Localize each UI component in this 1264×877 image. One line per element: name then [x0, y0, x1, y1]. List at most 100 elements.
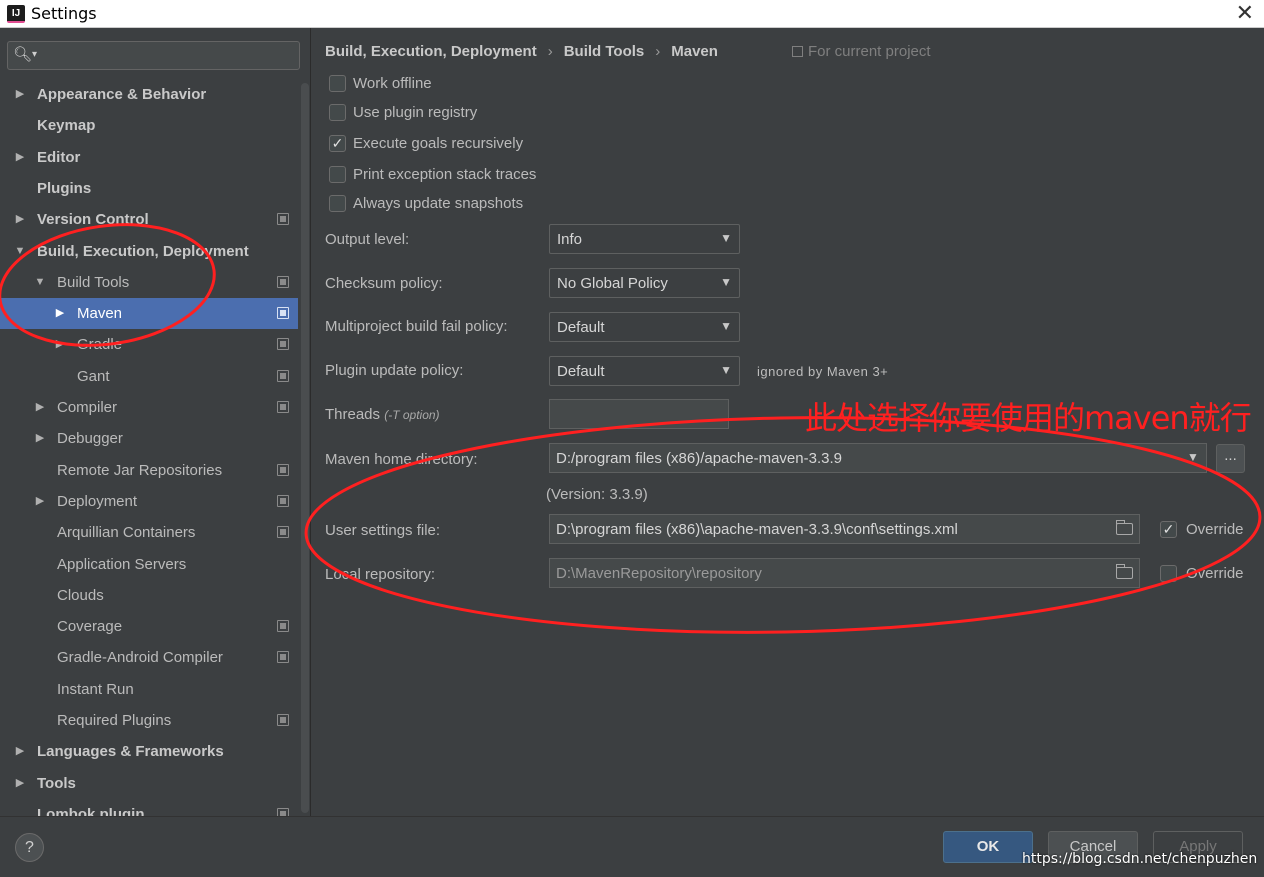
sidebar-item-lombok-plugin[interactable]: Lombok plugin — [0, 799, 298, 816]
expanded-arrow-icon[interactable]: ▼ — [14, 236, 26, 267]
maven-home-dropdown[interactable]: ▼ — [1179, 443, 1207, 473]
sidebar-item-label: Application Servers — [57, 556, 187, 573]
update-policy-select[interactable]: Default ▼ — [549, 356, 740, 386]
breadcrumb-item: Build Tools — [563, 43, 645, 60]
local-repo-label: Local repository: — [325, 566, 436, 583]
checkbox-box[interactable] — [1160, 565, 1177, 582]
project-scope-icon — [277, 651, 289, 663]
sidebar-item-required-plugins[interactable]: Required Plugins — [0, 705, 298, 736]
collapsed-arrow-icon[interactable]: ▶ — [54, 298, 66, 329]
sidebar-item-arquillian-containers[interactable]: Arquillian Containers — [0, 517, 298, 548]
collapsed-arrow-icon[interactable]: ▶ — [14, 204, 26, 235]
threads-label: Threads (-T option) — [325, 406, 440, 423]
checkbox-box[interactable]: ✓ — [1160, 521, 1177, 538]
expanded-arrow-icon[interactable]: ▼ — [34, 267, 46, 298]
maven-home-input[interactable]: D:/program files (x86)/apache-maven-3.3.… — [549, 443, 1180, 473]
sidebar-item-plugins[interactable]: Plugins — [0, 173, 298, 204]
sidebar-item-languages-frameworks[interactable]: ▶ Languages & Frameworks — [0, 736, 298, 767]
checkbox-label: Always update snapshots — [353, 195, 524, 212]
sidebar-item-deployment[interactable]: ▶ Deployment — [0, 486, 298, 517]
sidebar-item-label: Arquillian Containers — [57, 524, 196, 541]
folder-icon[interactable] — [1116, 520, 1133, 535]
threads-input[interactable] — [549, 399, 729, 429]
collapsed-arrow-icon[interactable]: ▶ — [54, 329, 66, 360]
maven-home-label: Maven home directory: — [325, 451, 478, 468]
sidebar-item-gradle-android-compiler[interactable]: Gradle-Android Compiler — [0, 642, 298, 673]
search-input[interactable]: 🔍︎ — [7, 41, 300, 70]
project-scope-icon — [277, 338, 289, 350]
output-level-label: Output level: — [325, 231, 410, 248]
search-icon: 🔍︎ — [13, 45, 37, 63]
sidebar-item-label: Appearance & Behavior — [37, 86, 207, 103]
sidebar-item-appearance-behavior[interactable]: ▶ Appearance & Behavior — [0, 79, 298, 110]
sidebar-item-build-execution-deployment[interactable]: ▼ Build, Execution, Deployment — [0, 236, 298, 267]
sidebar-item-debugger[interactable]: ▶ Debugger — [0, 423, 298, 454]
collapsed-arrow-icon[interactable]: ▶ — [14, 736, 26, 767]
sidebar-item-label: Tools — [37, 775, 76, 792]
checkbox-label: Work offline — [353, 75, 432, 92]
update-policy-value: Default — [557, 363, 605, 380]
chevron-down-icon: ▼ — [720, 319, 732, 333]
local-repo-value: D:\MavenRepository\repository — [556, 565, 762, 582]
folder-icon[interactable] — [1116, 564, 1133, 579]
for-current-project: For current project — [792, 43, 931, 60]
sidebar-item-editor[interactable]: ▶ Editor — [0, 142, 298, 173]
maven-home-browse-button[interactable]: ... — [1216, 444, 1245, 473]
sidebar-item-gant[interactable]: Gant — [0, 361, 298, 392]
fail-policy-select[interactable]: Default ▼ — [549, 312, 740, 342]
chevron-down-icon: ▼ — [720, 363, 732, 377]
collapsed-arrow-icon[interactable]: ▶ — [34, 392, 46, 423]
collapsed-arrow-icon[interactable]: ▶ — [34, 423, 46, 454]
project-scope-icon — [277, 464, 289, 476]
sidebar-item-label: Debugger — [57, 430, 123, 447]
maven-home-value: D:/program files (x86)/apache-maven-3.3.… — [556, 450, 842, 467]
checkbox-box[interactable] — [329, 166, 346, 183]
project-scope-icon — [277, 495, 289, 507]
checkbox-label: Execute goals recursively — [353, 135, 524, 152]
local-repo-input[interactable]: D:\MavenRepository\repository — [549, 558, 1140, 588]
sidebar-item-keymap[interactable]: Keymap — [0, 110, 298, 141]
checkbox-label: Print exception stack traces — [353, 166, 537, 183]
help-button[interactable]: ? — [15, 833, 44, 862]
sidebar-scrollbar[interactable] — [301, 83, 309, 813]
checkbox-box[interactable] — [329, 75, 346, 92]
chevron-down-icon: ▼ — [720, 231, 732, 245]
sidebar-item-coverage[interactable]: Coverage — [0, 611, 298, 642]
collapsed-arrow-icon[interactable]: ▶ — [14, 142, 26, 173]
sidebar-item-instant-run[interactable]: Instant Run — [0, 674, 298, 705]
sidebar-item-maven[interactable]: ▶ Maven — [0, 298, 298, 329]
sidebar-item-application-servers[interactable]: Application Servers — [0, 549, 298, 580]
override-label: Override — [1186, 565, 1244, 582]
checkbox-box[interactable] — [329, 104, 346, 121]
collapsed-arrow-icon[interactable]: ▶ — [14, 768, 26, 799]
close-icon[interactable]: ✕ — [1236, 0, 1254, 26]
collapsed-arrow-icon[interactable]: ▶ — [14, 79, 26, 110]
title-bar: IJ Settings ✕ — [0, 0, 1264, 28]
breadcrumb-separator: › — [655, 43, 661, 60]
output-level-select[interactable]: Info ▼ — [549, 224, 740, 254]
sidebar-item-label: Gradle-Android Compiler — [57, 649, 223, 666]
checkbox-box[interactable] — [329, 195, 346, 212]
sidebar-item-label: Clouds — [57, 587, 104, 604]
checkbox-box[interactable]: ✓ — [329, 135, 346, 152]
user-settings-input[interactable]: D:\program files (x86)\apache-maven-3.3.… — [549, 514, 1140, 544]
sidebar-item-clouds[interactable]: Clouds — [0, 580, 298, 611]
maven-version: (Version: 3.3.9) — [546, 486, 648, 503]
sidebar-item-build-tools[interactable]: ▼ Build Tools — [0, 267, 298, 298]
sidebar-item-gradle[interactable]: ▶ Gradle — [0, 329, 298, 360]
ok-button[interactable]: OK — [943, 831, 1033, 863]
project-scope-icon — [792, 46, 803, 57]
sidebar-item-remote-jar-repositories[interactable]: Remote Jar Repositories — [0, 455, 298, 486]
breadcrumb-separator: › — [547, 43, 553, 60]
sidebar-item-tools[interactable]: ▶ Tools — [0, 768, 298, 799]
fail-policy-label: Multiproject build fail policy: — [325, 318, 508, 335]
collapsed-arrow-icon[interactable]: ▶ — [34, 486, 46, 517]
project-scope-icon — [277, 276, 289, 288]
checkbox-label: Use plugin registry — [353, 104, 478, 121]
sidebar-item-label: Maven — [77, 305, 123, 322]
output-level-value: Info — [557, 231, 583, 248]
update-policy-note: ignored by Maven 3+ — [757, 364, 889, 379]
sidebar-item-compiler[interactable]: ▶ Compiler — [0, 392, 298, 423]
checksum-policy-select[interactable]: No Global Policy ▼ — [549, 268, 740, 298]
sidebar-item-version-control[interactable]: ▶ Version Control — [0, 204, 298, 235]
